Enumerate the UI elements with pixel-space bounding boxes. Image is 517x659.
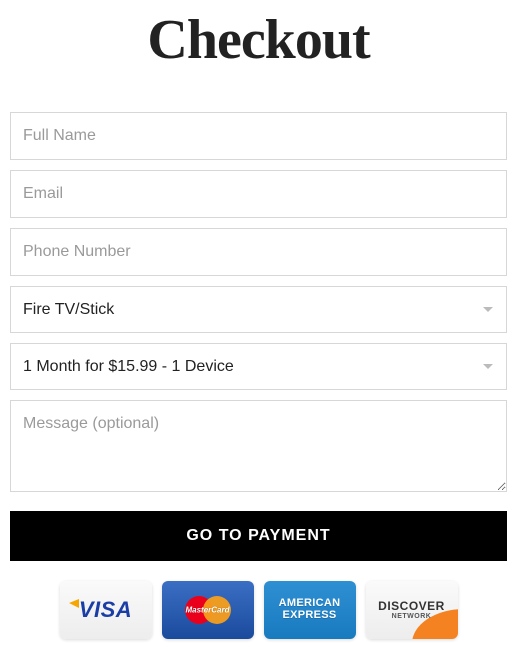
discover-sub-label: NETWORK bbox=[392, 613, 432, 620]
discover-label: DISCOVER bbox=[378, 600, 445, 612]
visa-label: VISA bbox=[79, 597, 132, 623]
mastercard-card-icon: MasterCard bbox=[162, 581, 254, 639]
discover-card-icon: DISCOVER NETWORK bbox=[366, 581, 458, 639]
device-select-wrap: Fire TV/Stick bbox=[10, 286, 507, 333]
payment-cards-row: VISA MasterCard AMERICAN EXPRESS DISCOVE… bbox=[10, 581, 507, 639]
device-select[interactable]: Fire TV/Stick bbox=[10, 286, 507, 333]
amex-card-icon: AMERICAN EXPRESS bbox=[264, 581, 356, 639]
email-input[interactable] bbox=[10, 170, 507, 218]
amex-label-2: EXPRESS bbox=[282, 610, 336, 622]
visa-card-icon: VISA bbox=[60, 581, 152, 639]
message-textarea[interactable] bbox=[10, 400, 507, 492]
plan-select[interactable]: 1 Month for $15.99 - 1 Device bbox=[10, 343, 507, 390]
page-title: Checkout bbox=[10, 8, 507, 72]
mastercard-label: MasterCard bbox=[185, 606, 229, 615]
plan-select-wrap: 1 Month for $15.99 - 1 Device bbox=[10, 343, 507, 390]
fullname-input[interactable] bbox=[10, 112, 507, 160]
phone-input[interactable] bbox=[10, 228, 507, 276]
go-to-payment-button[interactable]: GO TO PAYMENT bbox=[10, 511, 507, 561]
